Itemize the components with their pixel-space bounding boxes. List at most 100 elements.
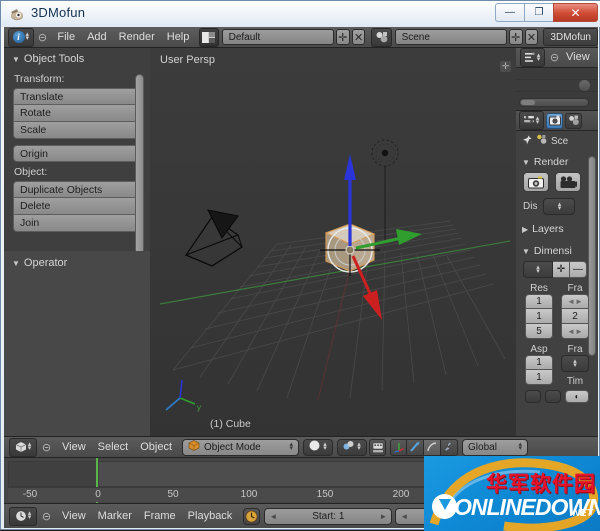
render-tab[interactable] — [546, 113, 563, 129]
render-animation-icon[interactable] — [555, 172, 581, 192]
toggle-crop-icon[interactable] — [545, 390, 561, 403]
collapse-menu-icon[interactable]: ⊝ — [37, 31, 49, 44]
chevron-updown-icon: ▴▾ — [28, 512, 32, 520]
viewport-menu-view[interactable]: View — [56, 439, 92, 456]
timeline-tick: -50 — [23, 489, 37, 500]
arrow-right-icon[interactable]: ► — [379, 512, 387, 521]
resolution-x-field[interactable]: 1 — [525, 294, 553, 309]
transform-orientation-dropdown[interactable]: Global ▴▾ — [462, 439, 528, 456]
timeline-menu-view[interactable]: View — [56, 508, 92, 525]
scale-manipulator-icon[interactable] — [424, 439, 441, 456]
scene-tab[interactable] — [565, 113, 582, 129]
viewport-menu-object[interactable]: Object — [134, 439, 178, 456]
arrow-left-icon[interactable]: ◄ — [400, 512, 408, 521]
outliner-list[interactable] — [516, 68, 598, 111]
wrench-icon[interactable] — [441, 439, 458, 456]
outliner-row[interactable] — [516, 68, 598, 80]
resolution-y-field[interactable]: 1 — [525, 309, 553, 324]
render-image-icon[interactable] — [523, 172, 549, 192]
frame-start-field[interactable]: ◄► — [561, 294, 589, 309]
resolution-percent-field[interactable]: 5 — [525, 324, 553, 339]
outliner-view-menu[interactable]: View — [564, 49, 592, 66]
screen-add-button[interactable]: ✛ — [336, 29, 350, 45]
join-button[interactable]: Join — [13, 215, 141, 232]
frame-step-field[interactable]: ◄► — [561, 324, 589, 339]
maximize-button[interactable]: ❐ — [524, 3, 553, 22]
toggle-border-icon[interactable] — [525, 390, 541, 403]
title-bar: 3DMofun — ❐ ✕ — [1, 1, 600, 27]
timeline-menu-frame[interactable]: Frame — [138, 508, 182, 525]
origin-button-group: Origin — [13, 145, 141, 162]
3d-viewport[interactable]: y User Persp ✛ (1) Cube — [150, 48, 516, 436]
rotate-manipulator-icon[interactable] — [407, 439, 424, 456]
scale-button[interactable]: Scale — [13, 122, 141, 139]
blender-application: i ▴▾ ⊝ File Add Render Help Default ✛ ✕ — [4, 27, 598, 528]
viewport-shading-dropdown[interactable]: ▴▾ — [303, 439, 333, 456]
time-field[interactable]: ◐ — [565, 390, 589, 403]
pin-icon[interactable] — [521, 134, 533, 149]
preset-remove-button[interactable]: — — [570, 261, 587, 278]
properties-editor-icon[interactable]: ▴▾ — [519, 111, 544, 130]
menu-help[interactable]: Help — [161, 29, 196, 46]
frame-range-label: Fra — [561, 283, 589, 294]
layers-section-header[interactable]: ▶Layers — [516, 215, 598, 239]
arrow-left-icon[interactable]: ◄ — [269, 512, 277, 521]
watermark-tld-text: .NET — [570, 508, 593, 519]
duplicate-objects-button[interactable]: Duplicate Objects — [13, 181, 141, 198]
minimize-button[interactable]: — — [495, 3, 524, 22]
timeline-collapse-icon[interactable]: ⊝ — [40, 510, 53, 523]
delete-button[interactable]: Delete — [13, 198, 141, 215]
origin-button[interactable]: Origin — [13, 145, 141, 162]
menu-add[interactable]: Add — [81, 29, 113, 46]
viewbar-collapse-icon[interactable]: ⊝ — [40, 441, 53, 454]
render-section-header[interactable]: ▼Render — [516, 151, 598, 172]
properties-scrollbar[interactable] — [588, 156, 596, 356]
preset-add-button[interactable]: ✛ — [553, 261, 570, 278]
scene-add-button[interactable]: ✛ — [509, 29, 523, 45]
outliner-horizontal-scrollbar[interactable] — [519, 98, 589, 107]
interaction-mode-dropdown[interactable]: Object Mode ▴▾ — [182, 439, 299, 456]
preset-dropdown[interactable]: ▴▾ — [523, 261, 553, 278]
timeline-menu-marker[interactable]: Marker — [92, 508, 138, 525]
translate-manipulator-icon[interactable] — [390, 439, 407, 456]
timeline-menu-playback[interactable]: Playback — [182, 508, 239, 525]
screen-remove-button[interactable]: ✕ — [352, 29, 366, 45]
watermark-overlay: 华军软件园 ONLINEDOWN .NET — [424, 456, 600, 531]
3d-view-editor-icon[interactable]: ▴▾ — [9, 438, 37, 457]
dimensions-section-header[interactable]: ▼Dimensi — [516, 239, 598, 261]
top-header-bar: i ▴▾ ⊝ File Add Render Help Default ✛ ✕ — [4, 27, 598, 48]
display-dropdown[interactable]: ▴▾ — [543, 198, 575, 215]
aspect-y-field[interactable]: 1 — [525, 370, 553, 385]
scene-remove-button[interactable]: ✕ — [525, 29, 539, 45]
screen-layout-icon[interactable] — [199, 28, 218, 47]
outliner-editor-icon[interactable]: ▴▾ — [520, 48, 545, 67]
viewport-expand-icon[interactable]: ✛ — [500, 61, 511, 72]
menu-file[interactable]: File — [51, 29, 81, 46]
scene-field[interactable]: Scene — [395, 29, 507, 45]
translate-button[interactable]: Translate — [13, 88, 141, 105]
object-button-group: Duplicate Objects Delete Join — [13, 181, 141, 232]
res-frame-labels: Res Fra — [516, 278, 598, 294]
frame-rate-dropdown[interactable]: ▴▾ — [561, 355, 589, 372]
object-tools-header[interactable]: ▼Object Tools — [4, 48, 150, 69]
menu-render[interactable]: Render — [113, 29, 161, 46]
info-glyph: i — [13, 31, 25, 43]
outliner-collapse-icon[interactable]: ⊝ — [548, 51, 561, 64]
aspect-x-field[interactable]: 1 — [525, 355, 553, 370]
screen-layout-field[interactable]: Default — [222, 29, 334, 45]
timeline-editor-icon[interactable]: ▴▾ — [9, 507, 37, 526]
pivot-point-dropdown[interactable]: ▴▾ — [337, 439, 367, 456]
info-editor-icon[interactable]: i ▴▾ — [8, 28, 34, 47]
viewport-menu-select[interactable]: Select — [92, 439, 135, 456]
snap-magnet-icon[interactable] — [369, 439, 386, 456]
resolution-field-group: 1 1 5 — [525, 294, 553, 339]
scene-icon[interactable] — [371, 28, 391, 47]
rotate-button[interactable]: Rotate — [13, 105, 141, 122]
sync-playback-icon[interactable] — [243, 508, 260, 525]
operator-header[interactable]: ▼Operator — [4, 251, 150, 273]
start-frame-field[interactable]: ◄ Start: 1 ► — [264, 508, 392, 525]
breadcrumb-label[interactable]: Sce — [551, 136, 568, 147]
close-button[interactable]: ✕ — [553, 3, 598, 22]
triangle-right-icon: ▶ — [522, 225, 528, 234]
frame-end-field[interactable]: 2 — [561, 309, 589, 324]
